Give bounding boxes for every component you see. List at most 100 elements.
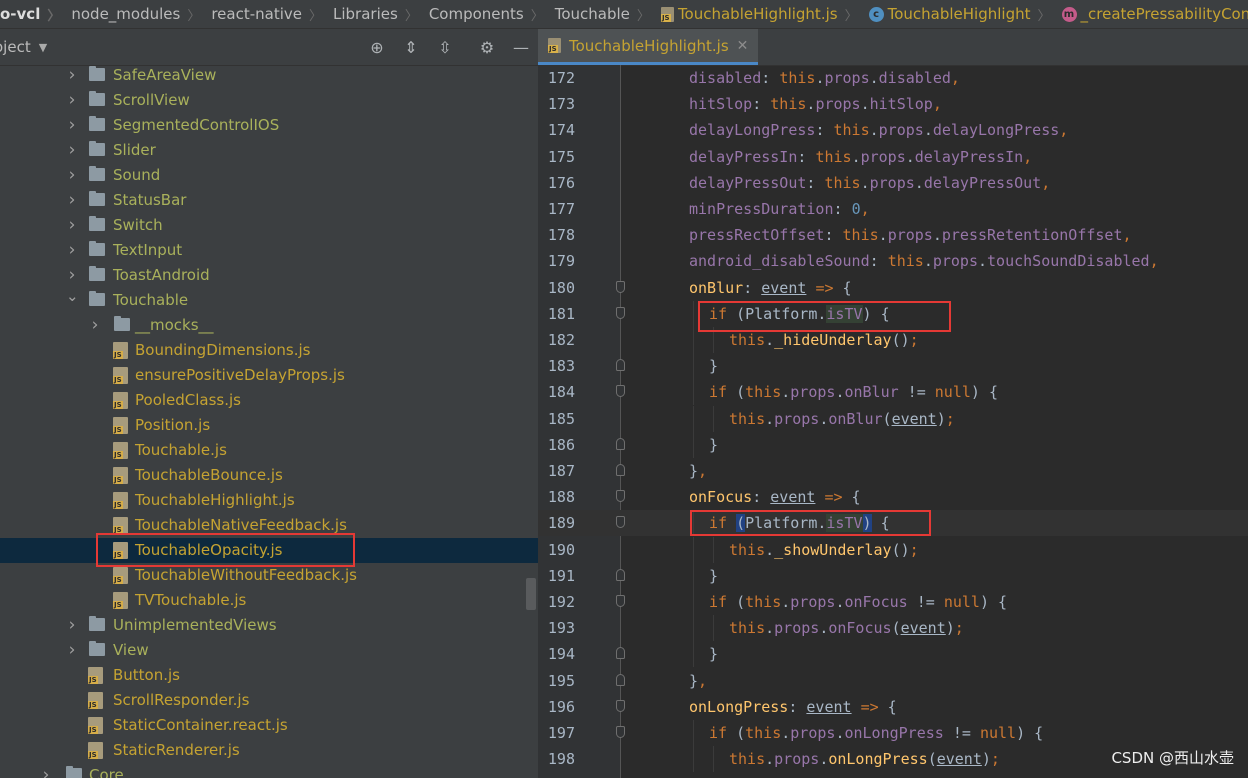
tree-item-label: Slider xyxy=(113,141,156,159)
tree-file[interactable]: ensurePositiveDelayProps.js xyxy=(0,363,538,388)
tree-folder[interactable]: › Switch xyxy=(0,213,538,238)
tree-file[interactable]: TVTouchable.js xyxy=(0,588,538,613)
tab-touchablehighlight[interactable]: TouchableHighlight.js ✕ xyxy=(538,29,759,65)
tree-folder[interactable]: › Sound xyxy=(0,163,538,188)
breadcrumb-item[interactable]: Components 〉 xyxy=(427,5,553,24)
code-line[interactable]: 175 delayPressIn: this.props.delayPressIn… xyxy=(538,144,1248,170)
chevron-right-icon[interactable]: › xyxy=(40,763,52,778)
tree-folder[interactable]: ⌄ Touchable xyxy=(0,287,538,313)
chevron-right-icon[interactable]: › xyxy=(66,138,78,163)
chevron-right-icon[interactable]: › xyxy=(66,113,78,138)
tree-item-label: Sound xyxy=(113,166,161,184)
chevron-down-icon[interactable]: ▼ xyxy=(39,41,47,54)
fold-marker-icon[interactable] xyxy=(616,726,625,738)
tree-folder[interactable]: › SafeAreaView xyxy=(0,63,538,88)
fold-marker-icon[interactable] xyxy=(616,595,625,607)
code-line[interactable]: 194} xyxy=(538,641,1248,668)
tree-folder[interactable]: › ScrollView xyxy=(0,88,538,113)
breadcrumb-fn[interactable]: m_createPressabilityConfig()〉 xyxy=(1060,5,1248,24)
fold-marker-icon[interactable] xyxy=(616,516,625,529)
tree-folder[interactable]: › ToastAndroid xyxy=(0,263,538,288)
code-line[interactable]: 178 pressRectOffset: this.props.pressRete… xyxy=(538,222,1248,248)
code-line[interactable]: 195}, xyxy=(538,668,1248,694)
code-line[interactable]: 180 onBlur: event => { xyxy=(538,275,1248,301)
code-line[interactable]: 185 this.props.onBlur(event); xyxy=(538,405,1248,432)
code-line[interactable]: 191} xyxy=(538,562,1248,589)
tree-file[interactable]: Touchable.js xyxy=(0,438,538,463)
fold-marker-icon[interactable] xyxy=(616,464,625,476)
code-line[interactable]: 184 if (this.props.onBlur != null) { xyxy=(538,379,1248,406)
tree-item-label: TVTouchable.js xyxy=(135,591,247,609)
code-line[interactable]: 188 onFocus: event => { xyxy=(538,484,1248,510)
fold-marker-icon[interactable] xyxy=(616,699,625,712)
code-line[interactable]: 183} xyxy=(538,353,1248,380)
tree-folder[interactable]: › Core xyxy=(0,763,538,778)
chevron-right-icon[interactable]: › xyxy=(66,613,78,638)
fold-marker-icon[interactable] xyxy=(616,490,625,503)
tree-file[interactable]: TouchableBounce.js xyxy=(0,463,538,488)
fold-marker-icon[interactable] xyxy=(616,568,625,581)
tree-folder[interactable]: › TextInput xyxy=(0,238,538,263)
tree-folder[interactable]: › SegmentedControlIOS xyxy=(0,113,538,138)
breadcrumb-cls[interactable]: c TouchableHighlight 〉 xyxy=(867,5,1060,24)
fold-marker-icon[interactable] xyxy=(616,437,625,450)
chevron-right-icon[interactable]: › xyxy=(66,238,78,263)
chevron-down-icon[interactable]: ⌄ xyxy=(66,284,79,309)
breadcrumb-item[interactable]: o-vcl 〉 xyxy=(0,5,69,24)
close-icon[interactable]: ✕ xyxy=(737,38,749,54)
breadcrumb-item[interactable]: Libraries 〉 xyxy=(331,5,427,24)
code-line[interactable]: 177 minPressDuration: 0, xyxy=(538,196,1248,222)
tree-file[interactable]: Button.js xyxy=(0,663,538,688)
chevron-right-icon[interactable]: › xyxy=(66,638,78,663)
tree-file[interactable]: ScrollResponder.js xyxy=(0,688,538,713)
tree-folder[interactable]: › __mocks__ xyxy=(0,313,538,338)
fold-marker-icon[interactable] xyxy=(616,306,625,319)
code-line[interactable]: 196 onLongPress: event => { xyxy=(538,694,1248,720)
breadcrumb-item[interactable]: react-native 〉 xyxy=(209,5,331,24)
tree-file[interactable]: StaticContainer.react.js xyxy=(0,713,538,738)
tree-folder[interactable]: › StatusBar xyxy=(0,188,538,213)
code-line[interactable]: 197 if (this.props.onLongPress != null) { xyxy=(538,720,1248,746)
breadcrumb-item[interactable]: node_modules 〉 xyxy=(69,5,209,24)
collapse-all-icon[interactable]: ⇳ xyxy=(428,38,462,57)
tree-folder[interactable]: › View xyxy=(0,638,538,663)
code-line[interactable]: 176 delayPressOut: this.props.delayPressO… xyxy=(538,170,1248,196)
tree-item-label: UnimplementedViews xyxy=(113,616,277,634)
code-line[interactable]: 186} xyxy=(538,431,1248,458)
tree-file[interactable]: TouchableHighlight.js xyxy=(0,488,538,513)
scrollbar-thumb[interactable] xyxy=(526,578,536,610)
code-line[interactable]: 190 this._showUnderlay(); xyxy=(538,536,1248,563)
locate-icon[interactable]: ⊕ xyxy=(360,38,394,57)
minimize-icon[interactable]: — xyxy=(504,38,538,57)
fold-marker-icon[interactable] xyxy=(616,359,625,372)
chevron-right-icon[interactable]: › xyxy=(66,163,78,188)
fold-marker-icon[interactable] xyxy=(616,673,625,686)
chevron-right-icon[interactable]: › xyxy=(89,313,101,338)
code-line[interactable]: 173 hitSlop: this.props.hitSlop, xyxy=(538,91,1248,117)
chevron-right-icon[interactable]: › xyxy=(66,188,78,213)
code-line[interactable]: 179 android_disableSound: this.props.touc… xyxy=(538,248,1248,274)
fold-marker-icon[interactable] xyxy=(616,647,625,660)
tree-item-label: SegmentedControlIOS xyxy=(113,116,280,134)
tree-file[interactable]: Position.js xyxy=(0,413,538,438)
gear-icon[interactable]: ⚙ xyxy=(470,38,504,57)
chevron-right-icon[interactable]: › xyxy=(66,213,78,238)
project-title[interactable]: oject xyxy=(0,38,31,56)
fold-marker-icon[interactable] xyxy=(616,280,625,293)
breadcrumb-item[interactable]: Touchable 〉 xyxy=(553,5,659,24)
expand-all-icon[interactable]: ⇕ xyxy=(394,38,428,57)
code-line[interactable]: 193 this.props.onFocus(event); xyxy=(538,615,1248,642)
chevron-right-icon[interactable]: › xyxy=(66,88,78,113)
tree-folder[interactable]: › UnimplementedViews xyxy=(0,613,538,638)
chevron-right-icon[interactable]: › xyxy=(66,63,78,88)
code-line[interactable]: 174 delayLongPress: this.props.delayLongP… xyxy=(538,117,1248,143)
code-line[interactable]: 192 if (this.props.onFocus != null) { xyxy=(538,589,1248,615)
fold-marker-icon[interactable] xyxy=(616,385,625,398)
tree-file[interactable]: StaticRenderer.js xyxy=(0,738,538,763)
breadcrumb-file[interactable]: TouchableHighlight.js〉 xyxy=(659,5,867,24)
code-line[interactable]: 172 disabled: this.props.disabled, xyxy=(538,65,1248,91)
tree-file[interactable]: BoundingDimensions.js xyxy=(0,338,538,363)
code-line[interactable]: 187}, xyxy=(538,458,1248,484)
tree-folder[interactable]: › Slider xyxy=(0,138,538,163)
tree-file[interactable]: PooledClass.js xyxy=(0,388,538,413)
